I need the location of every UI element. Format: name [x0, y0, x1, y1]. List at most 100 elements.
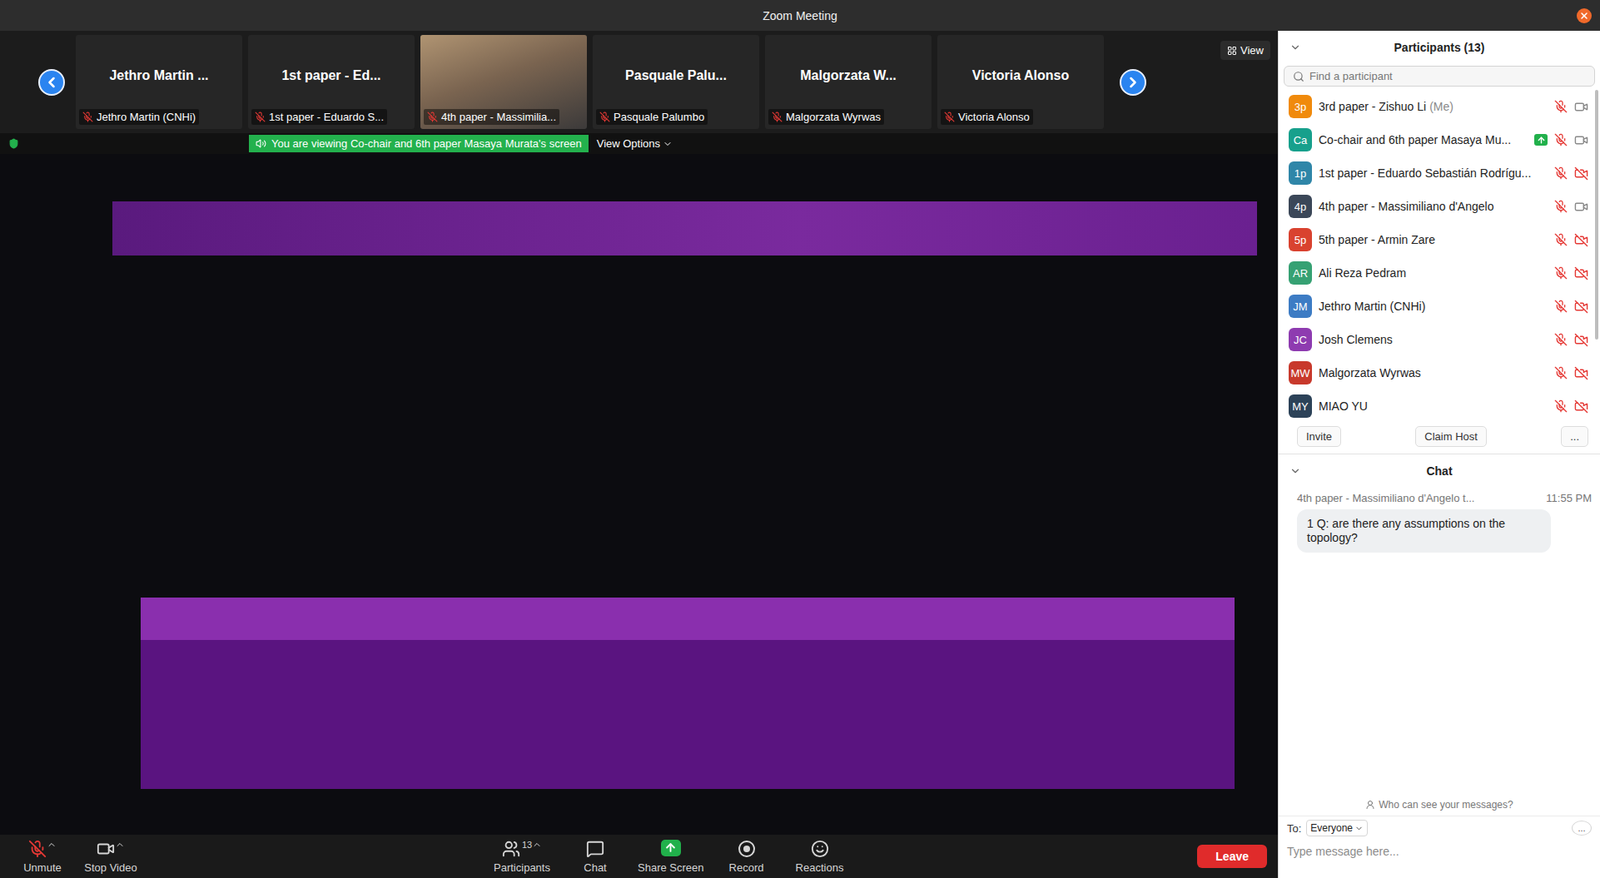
- toolbar-button[interactable]: Record: [715, 839, 778, 875]
- participant-name: Jethro Martin (CNHi): [1318, 299, 1548, 314]
- toolbar-button[interactable]: 13Participants: [491, 839, 553, 875]
- caret-up-icon[interactable]: [531, 839, 542, 850]
- participant-status: [1534, 133, 1596, 148]
- video-off-icon: [1574, 266, 1589, 281]
- slide-title-band: [112, 201, 1258, 256]
- tile-name: Malgorzata W...: [765, 34, 932, 110]
- participant-action-button[interactable]: Claim Host: [1415, 426, 1487, 448]
- chat-messages: 4th paper - Massimiliano d'Angelo t...11…: [1278, 486, 1600, 795]
- mic-muted-icon: [1554, 299, 1568, 314]
- participant-avatar: AR: [1288, 261, 1312, 285]
- video-off-icon: [1574, 166, 1589, 181]
- video-icon: [96, 839, 115, 859]
- participant-status: [1554, 199, 1596, 214]
- thumbnail-list: Jethro Martin ...Jethro Martin (CNHi)1st…: [75, 34, 1104, 130]
- security-shield-icon[interactable]: [8, 138, 20, 150]
- toolbar-label: Chat: [583, 861, 607, 875]
- participant-action-button[interactable]: ...: [1560, 426, 1589, 448]
- collapse-chat-button[interactable]: [1278, 465, 1312, 478]
- toolbar-icon-row: [28, 839, 57, 859]
- participant-name: 4th paper - Massimiliano d'Angelo: [1318, 199, 1548, 214]
- participant-avatar: MY: [1288, 394, 1312, 418]
- recipient-select[interactable]: Everyone: [1306, 819, 1368, 837]
- participant-tile[interactable]: Victoria AlonsoVictoria Alonso: [937, 34, 1104, 130]
- participant-tile[interactable]: Pasquale Palu...Pasquale Palumbo: [592, 34, 760, 130]
- participant-tile[interactable]: Malgorzata W...Malgorzata Wyrwas: [765, 34, 932, 130]
- toolbar-button[interactable]: Reactions: [789, 839, 851, 875]
- participant-tile[interactable]: Jethro Martin ...Jethro Martin (CNHi): [75, 34, 243, 130]
- participant-avatar: MW: [1288, 361, 1312, 385]
- mic-muted-icon: [771, 111, 783, 123]
- participant-status: [1554, 266, 1596, 281]
- video-off-icon: [1574, 299, 1589, 314]
- toolbar-button[interactable]: Chat: [564, 839, 627, 875]
- next-page-button[interactable]: [1119, 69, 1147, 96]
- toolbar-button[interactable]: Stop Video: [79, 839, 142, 875]
- participant-tile[interactable]: 4th paper - Massimilia...: [420, 34, 587, 130]
- participant-name: Ali Reza Pedram: [1318, 266, 1548, 280]
- participant-row[interactable]: JMJethro Martin (CNHi): [1278, 289, 1596, 323]
- chat-header: Chat: [1278, 453, 1600, 487]
- participant-name: MIAO YU: [1318, 399, 1548, 413]
- mic-muted-icon: [1554, 99, 1568, 114]
- mic-muted-icon: [1554, 332, 1568, 347]
- participant-tile[interactable]: 1st paper - Ed...1st paper - Eduardo S..…: [248, 34, 415, 130]
- participants-header: Participants (13): [1278, 30, 1600, 65]
- mic-muted-icon: [1554, 166, 1568, 180]
- chat-more-button[interactable]: ...: [1571, 820, 1592, 836]
- toolbar-icon-row: [96, 839, 125, 859]
- chevron-down-icon: [1354, 824, 1364, 834]
- participant-action-button[interactable]: Invite: [1296, 426, 1342, 448]
- collapse-participants-button[interactable]: [1278, 41, 1312, 54]
- participant-name: Josh Clemens: [1318, 332, 1548, 347]
- toolbar-label: Unmute: [23, 861, 62, 875]
- toolbar-icon-row: [737, 839, 756, 859]
- toolbar-button[interactable]: Share Screen: [637, 839, 705, 875]
- speaker-icon: [255, 138, 267, 150]
- view-button[interactable]: View: [1220, 40, 1271, 60]
- tile-label: Jethro Martin (CNHi): [79, 109, 199, 125]
- tile-label: 4th paper - Massimilia...: [423, 109, 560, 125]
- participants-icon: [501, 839, 521, 859]
- previous-page-button[interactable]: [38, 69, 65, 96]
- participant-row[interactable]: MW Malgorzata Wyrwas: [1278, 356, 1596, 390]
- visibility-link[interactable]: Who can see your messages?: [1278, 794, 1600, 816]
- participant-row[interactable]: JCJosh Clemens: [1278, 322, 1596, 357]
- message-input[interactable]: Type message here...: [1278, 839, 1600, 878]
- participant-row[interactable]: 4p4th paper - Massimiliano d'Angelo: [1278, 189, 1596, 224]
- video-off-icon: [1574, 399, 1589, 414]
- participant-avatar: 5p: [1288, 228, 1312, 252]
- participant-row[interactable]: 3p3rd paper - Zishuo Li(Me): [1278, 89, 1596, 124]
- mic-muted-icon: [1554, 266, 1568, 280]
- caret-up-icon[interactable]: [114, 839, 125, 850]
- participant-row[interactable]: AR Ali Reza Pedram: [1278, 256, 1596, 290]
- participant-actions: Invite Claim Host...: [1278, 422, 1600, 454]
- participant-row[interactable]: CaCo-chair and 6th paper Masaya Mu...: [1278, 123, 1596, 157]
- mic-muted-icon: [427, 111, 438, 123]
- meeting-toolbar: Unmute Stop Video 13Participants Chat Share …: [0, 834, 1278, 878]
- participant-row[interactable]: MY MIAO YU: [1278, 389, 1596, 423]
- view-options-button[interactable]: View Options: [596, 137, 673, 150]
- participant-name: Malgorzata Wyrwas: [1318, 366, 1548, 380]
- toolbar-icon-row: 13: [501, 839, 542, 859]
- banner-row: You are viewing Co-chair and 6th paper M…: [0, 133, 1278, 155]
- participant-row[interactable]: 5p5th paper - Armin Zare: [1278, 223, 1596, 257]
- caret-up-icon[interactable]: [46, 839, 57, 850]
- close-icon: [1579, 10, 1590, 21]
- toolbar-icon-row: [810, 839, 830, 859]
- participant-name: 3rd paper - Zishuo Li(Me): [1318, 99, 1548, 114]
- leave-button[interactable]: Leave: [1197, 844, 1268, 869]
- person-icon: [1365, 800, 1376, 810]
- participant-status: [1554, 399, 1596, 414]
- close-button[interactable]: [1576, 8, 1592, 24]
- viewing-banner: You are viewing Co-chair and 6th paper M…: [248, 134, 589, 153]
- tile-name: Jethro Martin ...: [75, 34, 243, 110]
- record-icon: [737, 839, 756, 859]
- participant-row[interactable]: 1p1st paper - Eduardo Sebastián Rodrígu.…: [1278, 156, 1596, 190]
- to-label: To:: [1286, 822, 1302, 835]
- scrollbar-thumb[interactable]: [1595, 89, 1599, 340]
- toolbar-button[interactable]: Unmute: [11, 839, 74, 875]
- message-header: 4th paper - Massimiliano d'Angelo t...11…: [1296, 491, 1592, 505]
- participant-search[interactable]: Find a participant: [1283, 65, 1596, 87]
- chat-title: Chat: [1311, 464, 1567, 478]
